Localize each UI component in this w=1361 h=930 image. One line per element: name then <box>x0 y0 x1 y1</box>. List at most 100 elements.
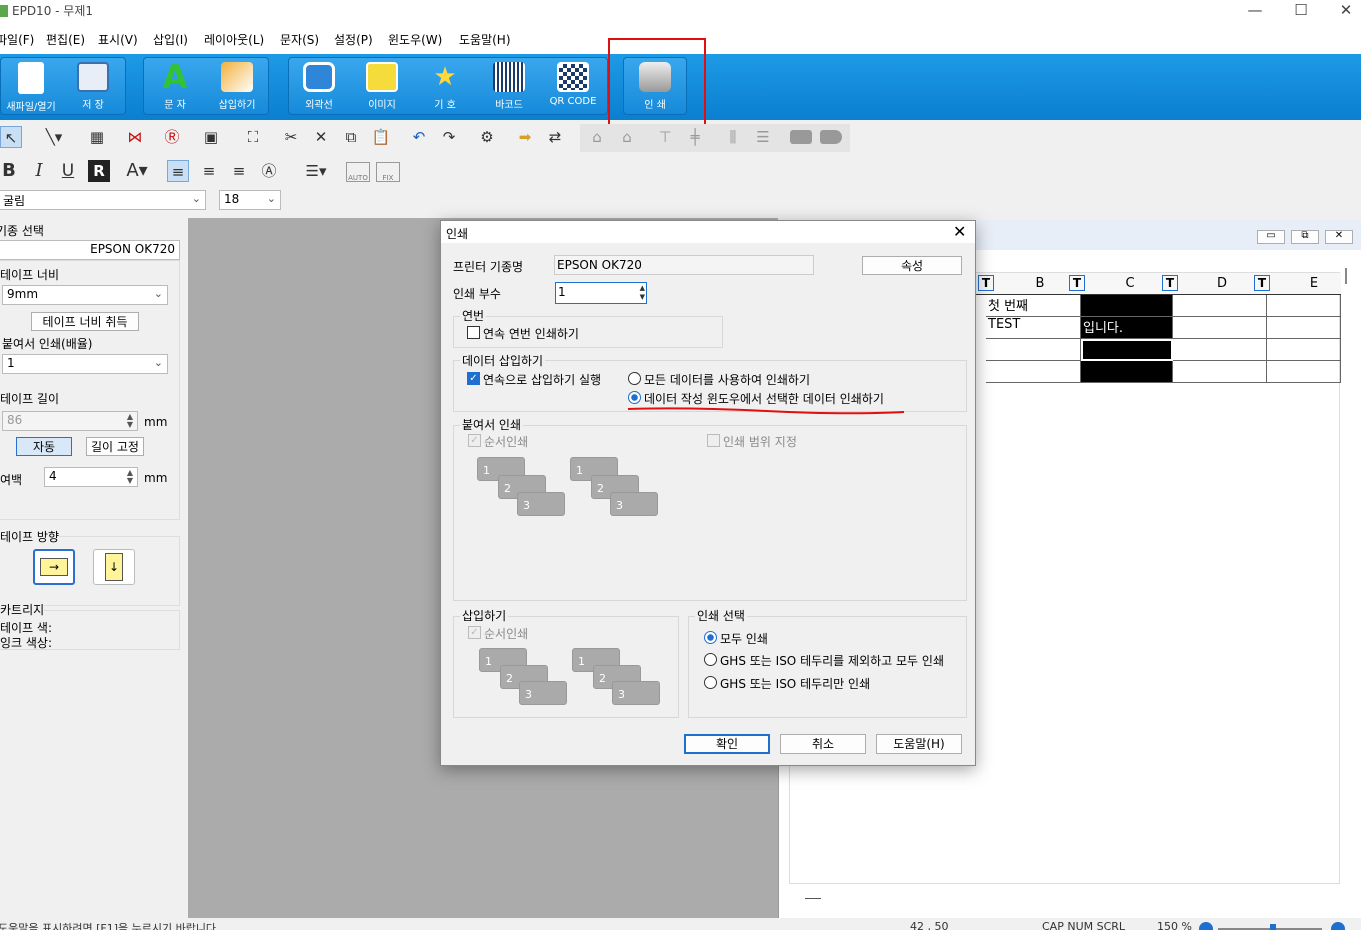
reverse-icon[interactable]: R <box>88 160 110 182</box>
menu-settings[interactable]: 설정(P) <box>334 31 373 48</box>
grid-cell[interactable] <box>986 339 1081 361</box>
grid-cell[interactable] <box>1173 339 1267 361</box>
grid-cell[interactable] <box>986 361 1081 383</box>
grid-cell[interactable] <box>1267 295 1341 317</box>
registered-mark-icon[interactable]: Ⓡ <box>161 126 183 148</box>
radio-print-exclude-border[interactable] <box>704 653 717 666</box>
properties-button[interactable]: 속성 <box>862 256 962 275</box>
paste-icon[interactable]: 📋 <box>370 126 392 148</box>
align-left-icon[interactable]: ≡ <box>167 160 189 182</box>
tape-length-input[interactable]: 86 ▲ ▼ <box>2 411 138 431</box>
grid-cell[interactable] <box>1081 339 1173 361</box>
tape-width-select[interactable]: 9mm ⌄ <box>2 285 168 305</box>
direction-vertical-button[interactable]: ↓ <box>93 549 135 585</box>
menu-insert[interactable]: 삽입(I) <box>153 31 188 48</box>
font-select[interactable]: 굴림 ⌄ <box>0 190 206 210</box>
auto-length-button[interactable]: 자동 <box>16 437 72 456</box>
italic-icon[interactable]: I <box>28 160 50 182</box>
menu-edit[interactable]: 편집(E) <box>46 31 85 48</box>
grid-cell[interactable]: 첫 번째 <box>986 295 1081 317</box>
align-icon[interactable]: ➡ <box>514 126 536 148</box>
vertical-scrollbar[interactable] <box>1345 268 1347 284</box>
zoom-slider-thumb[interactable] <box>1270 924 1276 930</box>
minimize-button[interactable]: — <box>1232 0 1278 26</box>
close-button[interactable]: ✕ <box>1323 0 1361 26</box>
copies-input[interactable]: 1 ▲ ▼ <box>555 282 647 304</box>
text-type-icon[interactable]: T <box>1069 275 1085 291</box>
text-button[interactable]: A 문 자 <box>144 60 206 116</box>
camera-icon[interactable]: ▣ <box>200 126 222 148</box>
radio-print-border-only[interactable] <box>704 676 717 689</box>
spinner-icon[interactable]: ▲ ▼ <box>640 284 645 302</box>
cut-icon[interactable]: ✂ <box>280 126 302 148</box>
line-tool-icon[interactable]: ╲▾ <box>36 126 72 148</box>
new-file-button[interactable]: 새파일/열기 <box>0 60 62 116</box>
group-icon[interactable]: ⚙ <box>476 126 498 148</box>
underline-icon[interactable]: U <box>57 160 79 182</box>
zoom-in-icon[interactable] <box>1331 922 1345 930</box>
text-box-icon[interactable]: Ⓐ <box>258 160 280 182</box>
insert-button[interactable]: 삽입하기 <box>206 60 268 116</box>
auto-icon[interactable]: AUTO <box>346 162 370 182</box>
grid-cell[interactable] <box>1173 317 1267 339</box>
maximize-button[interactable]: ☐ <box>1278 0 1324 26</box>
grid-cell[interactable] <box>1173 295 1267 317</box>
direction-horizontal-button[interactable]: → <box>33 549 75 585</box>
data-insert-checkbox[interactable]: ✓ <box>467 372 480 385</box>
radio-all-data[interactable] <box>628 372 641 385</box>
text-type-icon[interactable]: T <box>1162 275 1178 291</box>
symbol-button[interactable]: ★ 기 호 <box>414 60 476 116</box>
ok-button[interactable]: 확인 <box>684 734 770 754</box>
bold-icon[interactable]: B <box>0 160 20 182</box>
select-tool-icon[interactable]: ↖ <box>0 126 22 148</box>
barcode-button[interactable]: 바코드 <box>478 60 540 116</box>
zoom-out-icon[interactable] <box>1199 922 1213 930</box>
split-select[interactable]: 1 ⌄ <box>2 354 168 374</box>
menu-window[interactable]: 윈도우(W) <box>388 31 442 48</box>
redo-icon[interactable]: ↷ <box>438 126 460 148</box>
serial-checkbox[interactable] <box>467 326 480 339</box>
outline-button[interactable]: 외곽선 <box>288 60 350 116</box>
grid-cell[interactable] <box>1081 295 1173 317</box>
horizontal-scrollbar[interactable] <box>805 898 821 899</box>
undo-icon[interactable]: ↶ <box>408 126 430 148</box>
delete-icon[interactable]: ✕ <box>310 126 332 148</box>
grid-cell[interactable]: TEST <box>986 317 1081 339</box>
radio-print-all[interactable] <box>704 631 717 644</box>
copy-icon[interactable]: ⧉ <box>340 126 362 148</box>
grid-cell[interactable] <box>1267 339 1341 361</box>
transform-icon[interactable]: ⇄ <box>544 126 566 148</box>
data-close-button[interactable]: ✕ <box>1325 230 1353 244</box>
table-icon[interactable]: ▦ <box>86 126 108 148</box>
data-minimize-button[interactable]: ▭ <box>1257 230 1285 244</box>
grid-cell[interactable] <box>1267 317 1341 339</box>
fixed-length-button[interactable]: 길이 고정 <box>86 437 144 456</box>
get-tape-width-button[interactable]: 테이프 너비 취득 <box>31 312 139 331</box>
ribbon-cut-icon[interactable]: ⋈ <box>124 126 146 148</box>
save-button[interactable]: 저 장 <box>62 60 124 116</box>
cancel-button[interactable]: 취소 <box>780 734 866 754</box>
align-center-icon[interactable]: ≡ <box>198 160 220 182</box>
text-type-icon[interactable]: T <box>978 275 994 291</box>
image-button[interactable]: 이미지 <box>351 60 413 116</box>
grid-cell[interactable]: 입니다. <box>1081 317 1173 339</box>
font-size-select[interactable]: 18 ⌄ <box>219 190 281 210</box>
menu-layout[interactable]: 레이아웃(L) <box>204 31 264 48</box>
fit-icon[interactable]: ⛶ <box>242 126 264 148</box>
data-restore-button[interactable]: ⧉ <box>1291 230 1319 244</box>
menu-help[interactable]: 도움말(H) <box>459 31 511 48</box>
model-select[interactable]: EPSON OK720 <box>0 240 180 260</box>
dialog-close-button[interactable]: ✕ <box>953 222 966 241</box>
margin-input[interactable]: 4 ▲ ▼ <box>44 467 138 487</box>
grid-cell[interactable] <box>1267 361 1341 383</box>
menu-file[interactable]: 파일(F) <box>0 31 34 48</box>
line-spacing-icon[interactable]: ☰▾ <box>298 160 334 182</box>
text-type-icon[interactable]: T <box>1254 275 1270 291</box>
fix-icon[interactable]: FIX <box>376 162 400 182</box>
menu-text[interactable]: 문자(S) <box>280 31 319 48</box>
grid-cell[interactable] <box>1081 361 1173 383</box>
grid-cell[interactable] <box>1173 361 1267 383</box>
align-right-icon[interactable]: ≡ <box>228 160 250 182</box>
qr-code-button[interactable]: QR CODE <box>542 60 604 116</box>
help-button[interactable]: 도움말(H) <box>876 734 962 754</box>
